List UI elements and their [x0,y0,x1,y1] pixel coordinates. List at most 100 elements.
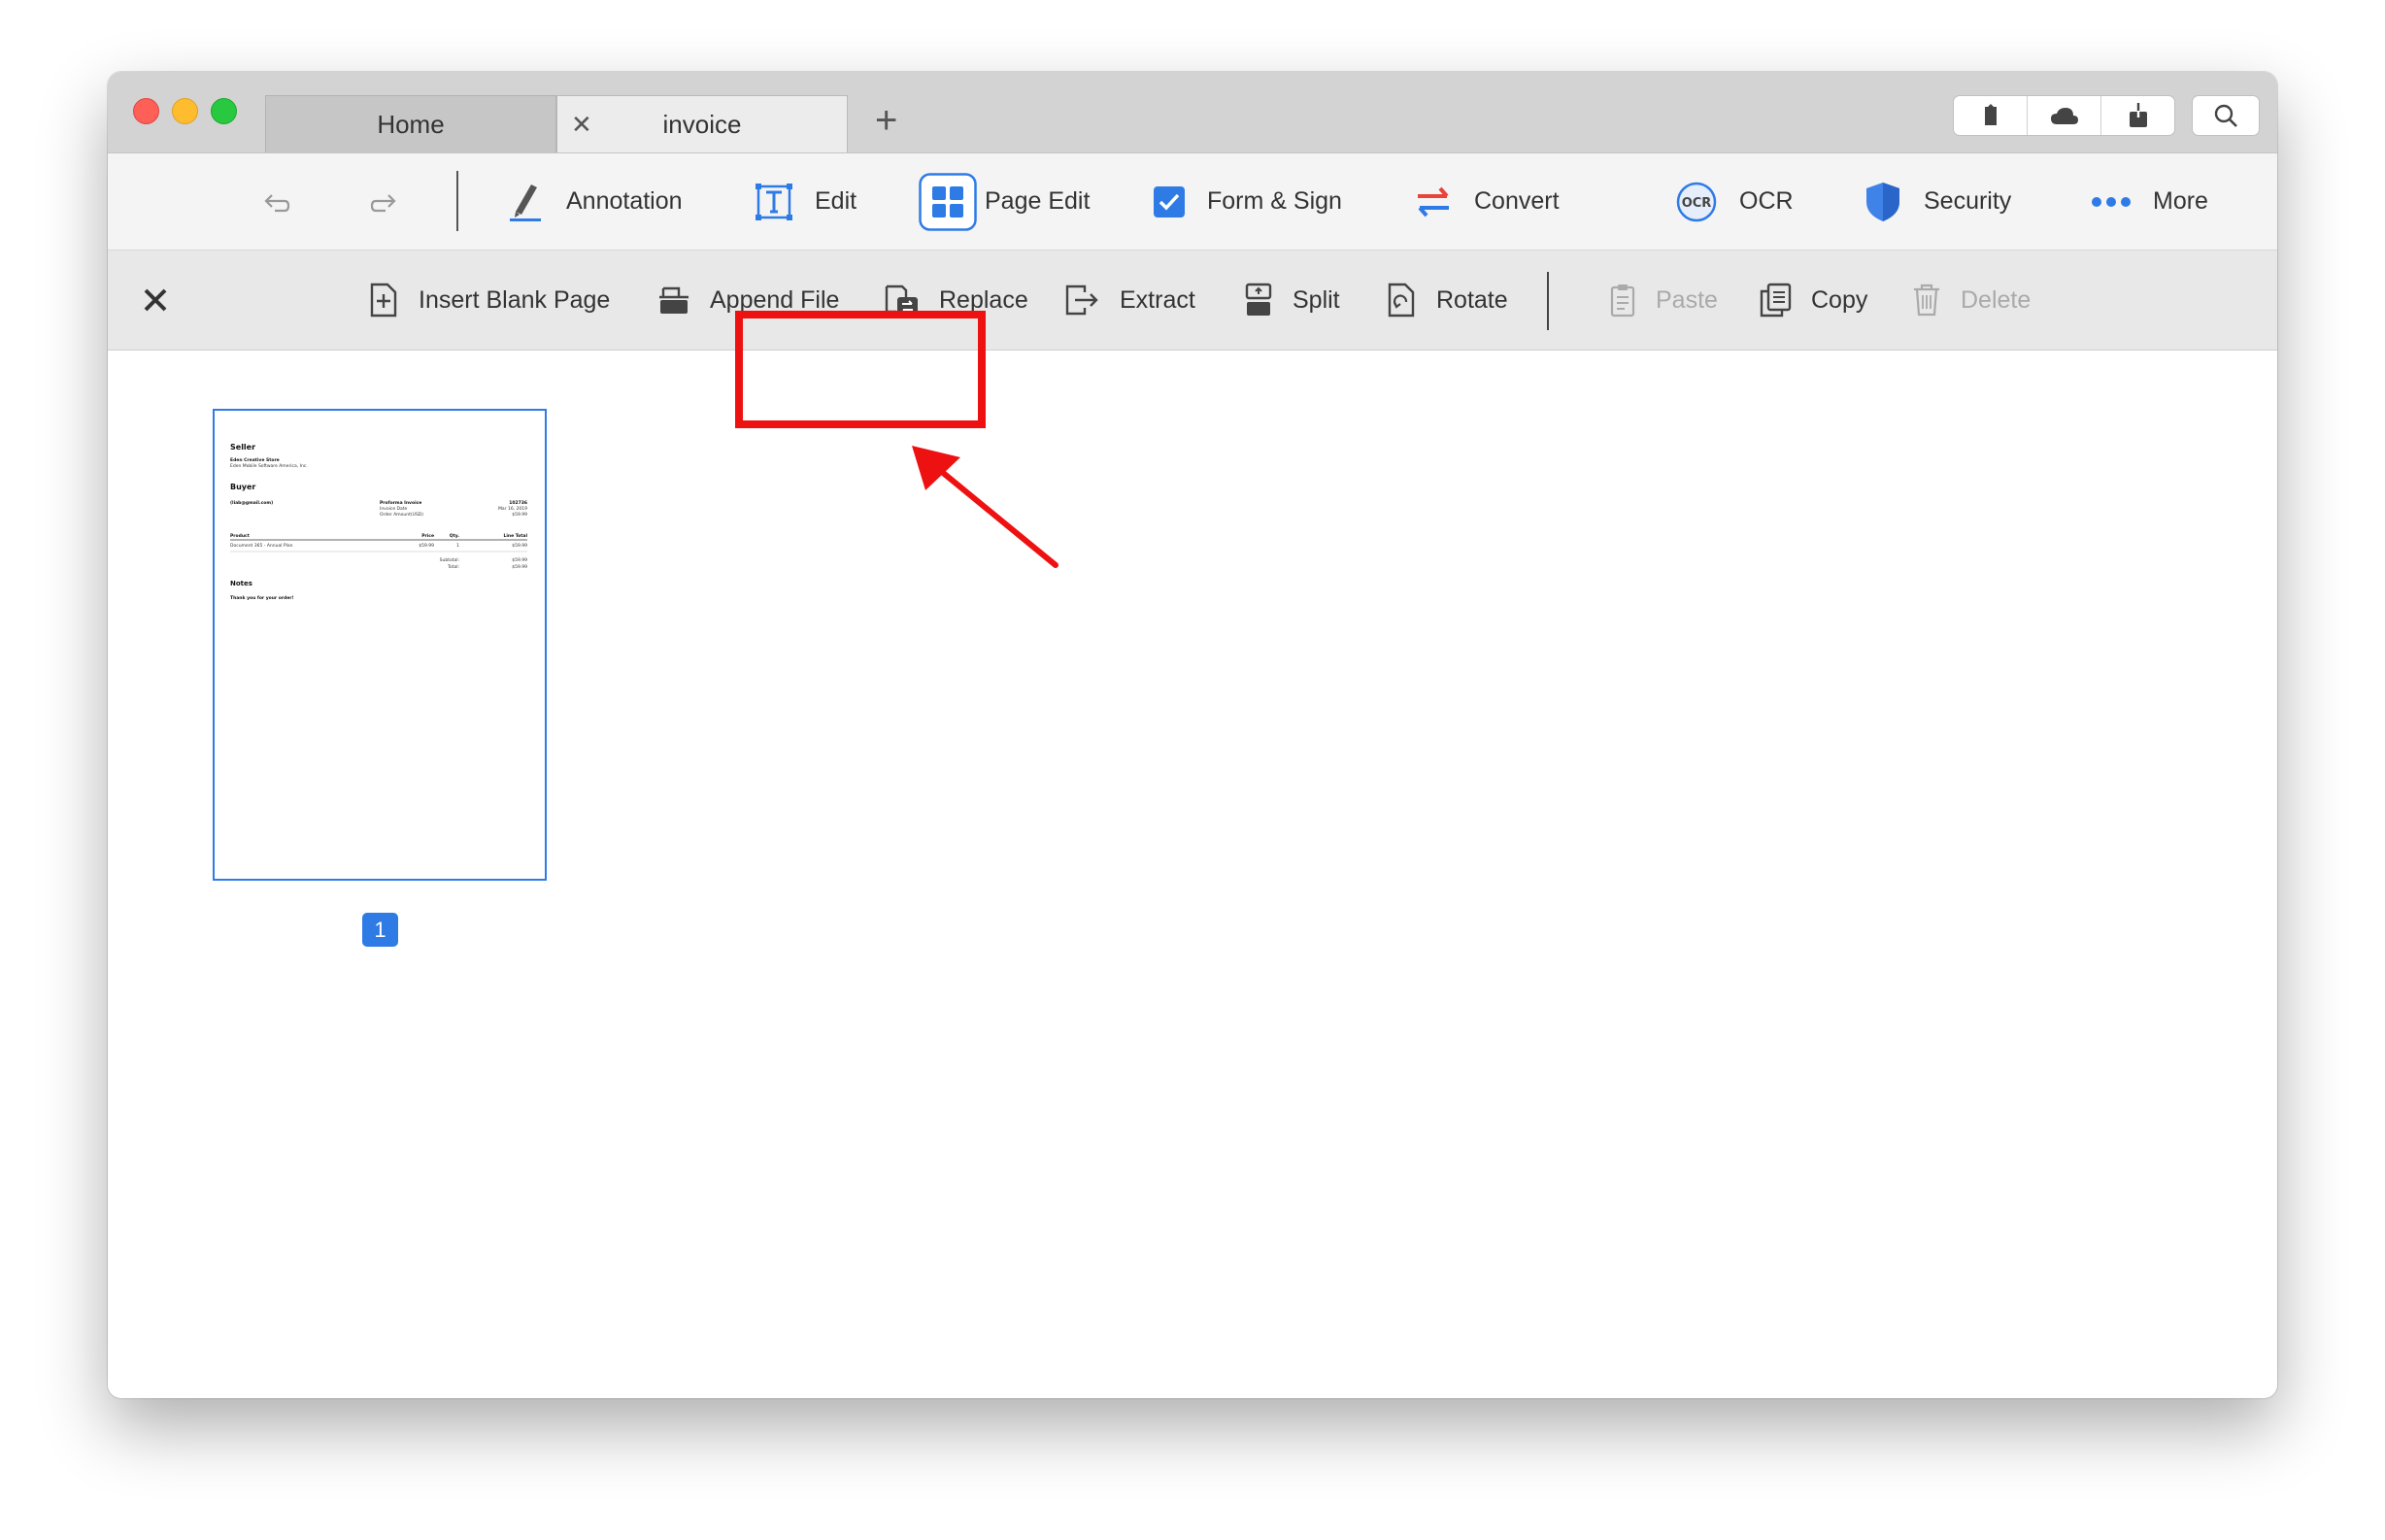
delete-label: Delete [1961,285,2032,314]
copy-label: Copy [1811,285,1868,314]
form-sign-button[interactable]: Form & Sign [1153,153,1342,250]
convert-arrows-icon [1414,184,1453,219]
ocr-icon: OCR [1675,181,1718,223]
share-icon[interactable] [2101,96,2174,135]
pointer-arrow-icon [912,446,1058,568]
app-window: Home ✕ invoice + Annotation Edit Page Ed… [108,72,2277,1398]
paste-label: Paste [1656,285,1718,314]
ocr-glyph: OCR [1682,196,1712,211]
annotation-button[interactable]: Annotation [506,153,683,250]
rotate-label: Rotate [1436,285,1508,314]
thumb-buyer-heading: Buyer [230,483,255,491]
new-tab-button[interactable]: + [875,101,897,140]
checkbox-icon [1153,185,1186,218]
ocr-button[interactable]: OCR OCR [1675,153,1794,250]
undo-button[interactable] [261,153,290,250]
redo-button[interactable] [370,153,399,250]
thumb-notes-text: Thank you for your order! [230,595,294,601]
insert-blank-page-button[interactable]: Insert Blank Page [368,251,610,350]
rotate-button[interactable]: Rotate [1386,251,1508,350]
split-icon [1244,283,1273,318]
page-grid-area: Seller Eden Creative Store Eden Mobile S… [108,351,2277,1398]
extract-label: Extract [1120,285,1195,314]
main-toolbar: Annotation Edit Page Edit Form & Sign Co [108,153,2277,251]
clipboard-icon [1609,283,1636,318]
toolbar-divider [456,171,458,231]
tab-invoice[interactable]: ✕ invoice [556,95,848,152]
page-edit-button[interactable]: Page Edit [919,153,1090,250]
close-window-button[interactable] [133,98,159,124]
thumb-col-total: Line Total [503,533,527,539]
edit-label: Edit [815,187,857,215]
minimize-window-button[interactable] [172,98,198,124]
close-page-edit-button[interactable] [143,251,168,350]
thumb-invoice-date-label: Invoice Date [380,506,408,512]
paste-button[interactable]: Paste [1609,251,1718,350]
tab-home-label: Home [377,109,445,139]
insert-page-icon [368,283,399,318]
thumb-subtotal-label: Subtotal: [440,557,459,563]
copy-icon [1759,283,1792,318]
page-edit-toolbar: Insert Blank Page Append File Replace Ex… [108,251,2277,351]
tag-icon[interactable] [1954,96,2028,135]
tab-close-icon[interactable]: ✕ [571,110,592,140]
split-label: Split [1293,285,1340,314]
thumb-subtotal: $59.99 [512,557,527,563]
more-dots-icon [2091,196,2132,208]
convert-label: Convert [1474,187,1560,215]
thumb-col-price: Price [421,533,434,539]
titlebar-actions [1953,95,2175,136]
security-button[interactable]: Security [1864,153,2011,250]
tab-invoice-label: invoice [662,109,742,139]
cloud-icon[interactable] [2028,96,2101,135]
close-icon [143,287,168,313]
thumb-row-product: Document 365 - Annual Plan [230,543,293,549]
zoom-window-button[interactable] [211,98,237,124]
thumb-seller-sub: Eden Mobile Software America, Inc. [230,463,308,469]
extract-button[interactable]: Extract [1063,251,1195,350]
search-icon[interactable] [2192,95,2260,136]
thumb-seller-heading: Seller [230,443,255,452]
page-edit-label: Page Edit [985,187,1091,215]
thumb-col-qty: Qty. [450,533,459,539]
more-button[interactable]: More [2091,153,2208,250]
thumbnail-document: Seller Eden Creative Store Eden Mobile S… [230,443,527,601]
convert-button[interactable]: Convert [1414,153,1560,250]
thumb-buyer-email: (liab@gmail.com) [230,500,273,506]
thumb-invoice-date: Mar 16, 2019 [498,506,527,512]
annotation-label: Annotation [566,187,683,215]
highlight-box [735,311,986,428]
thumb-invoice-no: 102736 [509,500,527,506]
split-button[interactable]: Split [1244,251,1340,350]
thumb-seller-name: Eden Creative Store [230,457,280,463]
rotate-icon [1386,283,1417,318]
page-grid-icon [919,172,977,231]
insert-blank-page-label: Insert Blank Page [419,285,611,314]
thumb-col-product: Product [230,533,251,539]
thumb-order-amount: $59.99 [512,512,527,518]
thumb-row-qty: 1 [456,543,459,549]
delete-button[interactable]: Delete [1912,251,2031,350]
edit-button[interactable]: Edit [755,153,857,250]
page-number-badge: 1 [362,913,398,947]
copy-button[interactable]: Copy [1759,251,1867,350]
title-bar: Home ✕ invoice + [108,72,2277,153]
form-sign-label: Form & Sign [1207,187,1342,215]
text-edit-icon [755,183,793,221]
pen-icon [506,181,545,223]
undo-icon [261,189,290,215]
page-thumbnail[interactable]: Seller Eden Creative Store Eden Mobile S… [213,409,547,881]
trash-icon [1912,283,1941,318]
thumb-total: $59.99 [512,564,527,570]
thumb-total-label: Total: [447,564,459,570]
more-label: More [2153,187,2208,215]
tab-home[interactable]: Home [265,95,556,152]
ocr-label: OCR [1739,187,1794,215]
extract-icon [1063,283,1100,318]
thumb-notes-heading: Notes [230,580,252,587]
security-label: Security [1924,187,2012,215]
append-file-icon [657,285,690,316]
thumb-invoice-title: Proforma Invoice [380,500,421,506]
thumb-row-price: $59.99 [419,543,434,549]
thumb-order-amount-label: Order Amount(USD) [380,512,423,518]
